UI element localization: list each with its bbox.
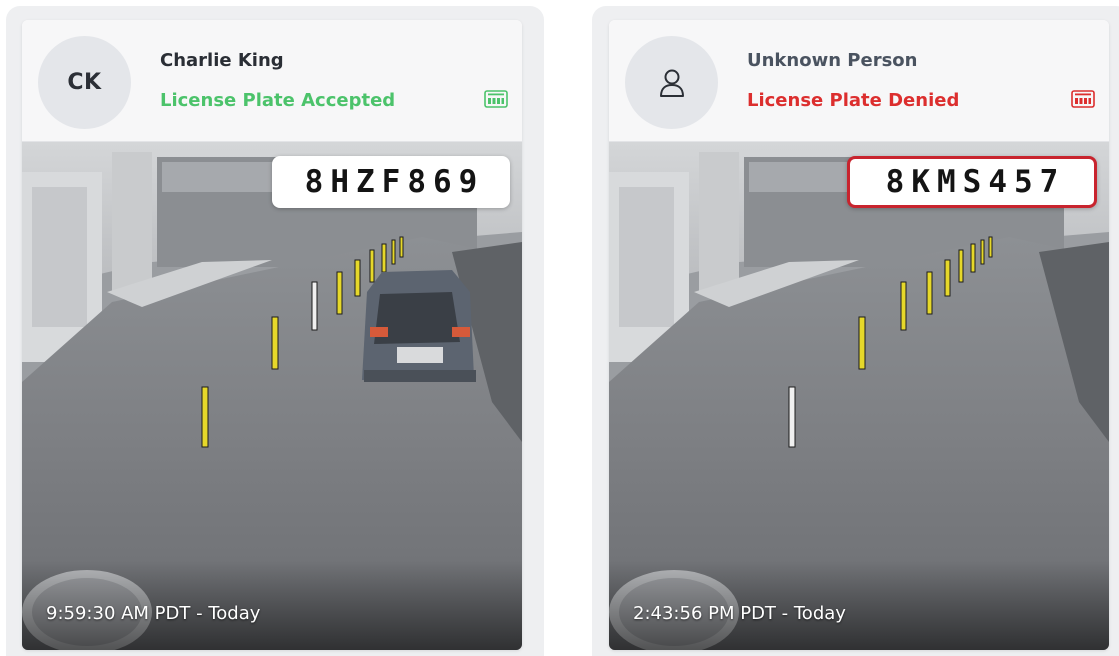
license-plate-number[interactable]: 8HZF869 <box>272 156 510 208</box>
person-name[interactable]: Unknown Person <box>747 50 917 71</box>
event-header: CK Charlie King License Plate Accepted <box>22 20 522 142</box>
vehicle <box>362 270 476 382</box>
event-timestamp: 9:59:30 AM PDT - Today <box>46 603 261 624</box>
camera-snapshot[interactable]: 8KMS457 2:43:56 PM PDT - Today <box>609 142 1109 650</box>
access-event-card[interactable]: Unknown Person License Plate Denied 8KMS… <box>609 20 1109 650</box>
avatar <box>625 36 718 129</box>
license-plate-number[interactable]: 8KMS457 <box>847 156 1097 208</box>
license-plate-icon <box>1071 90 1095 108</box>
person-icon <box>659 69 684 97</box>
event-header: Unknown Person License Plate Denied <box>609 20 1109 142</box>
event-timestamp: 2:43:56 PM PDT - Today <box>633 603 846 624</box>
access-status: License Plate Denied <box>747 90 960 111</box>
access-status: License Plate Accepted <box>160 90 396 111</box>
person-name[interactable]: Charlie King <box>160 50 284 71</box>
license-plate-icon <box>484 90 508 108</box>
avatar: CK <box>38 36 131 129</box>
access-event-card[interactable]: CK Charlie King License Plate Accepted 8… <box>22 20 522 650</box>
camera-snapshot[interactable]: 8HZF869 9:59:30 AM PDT - Today <box>22 142 522 650</box>
